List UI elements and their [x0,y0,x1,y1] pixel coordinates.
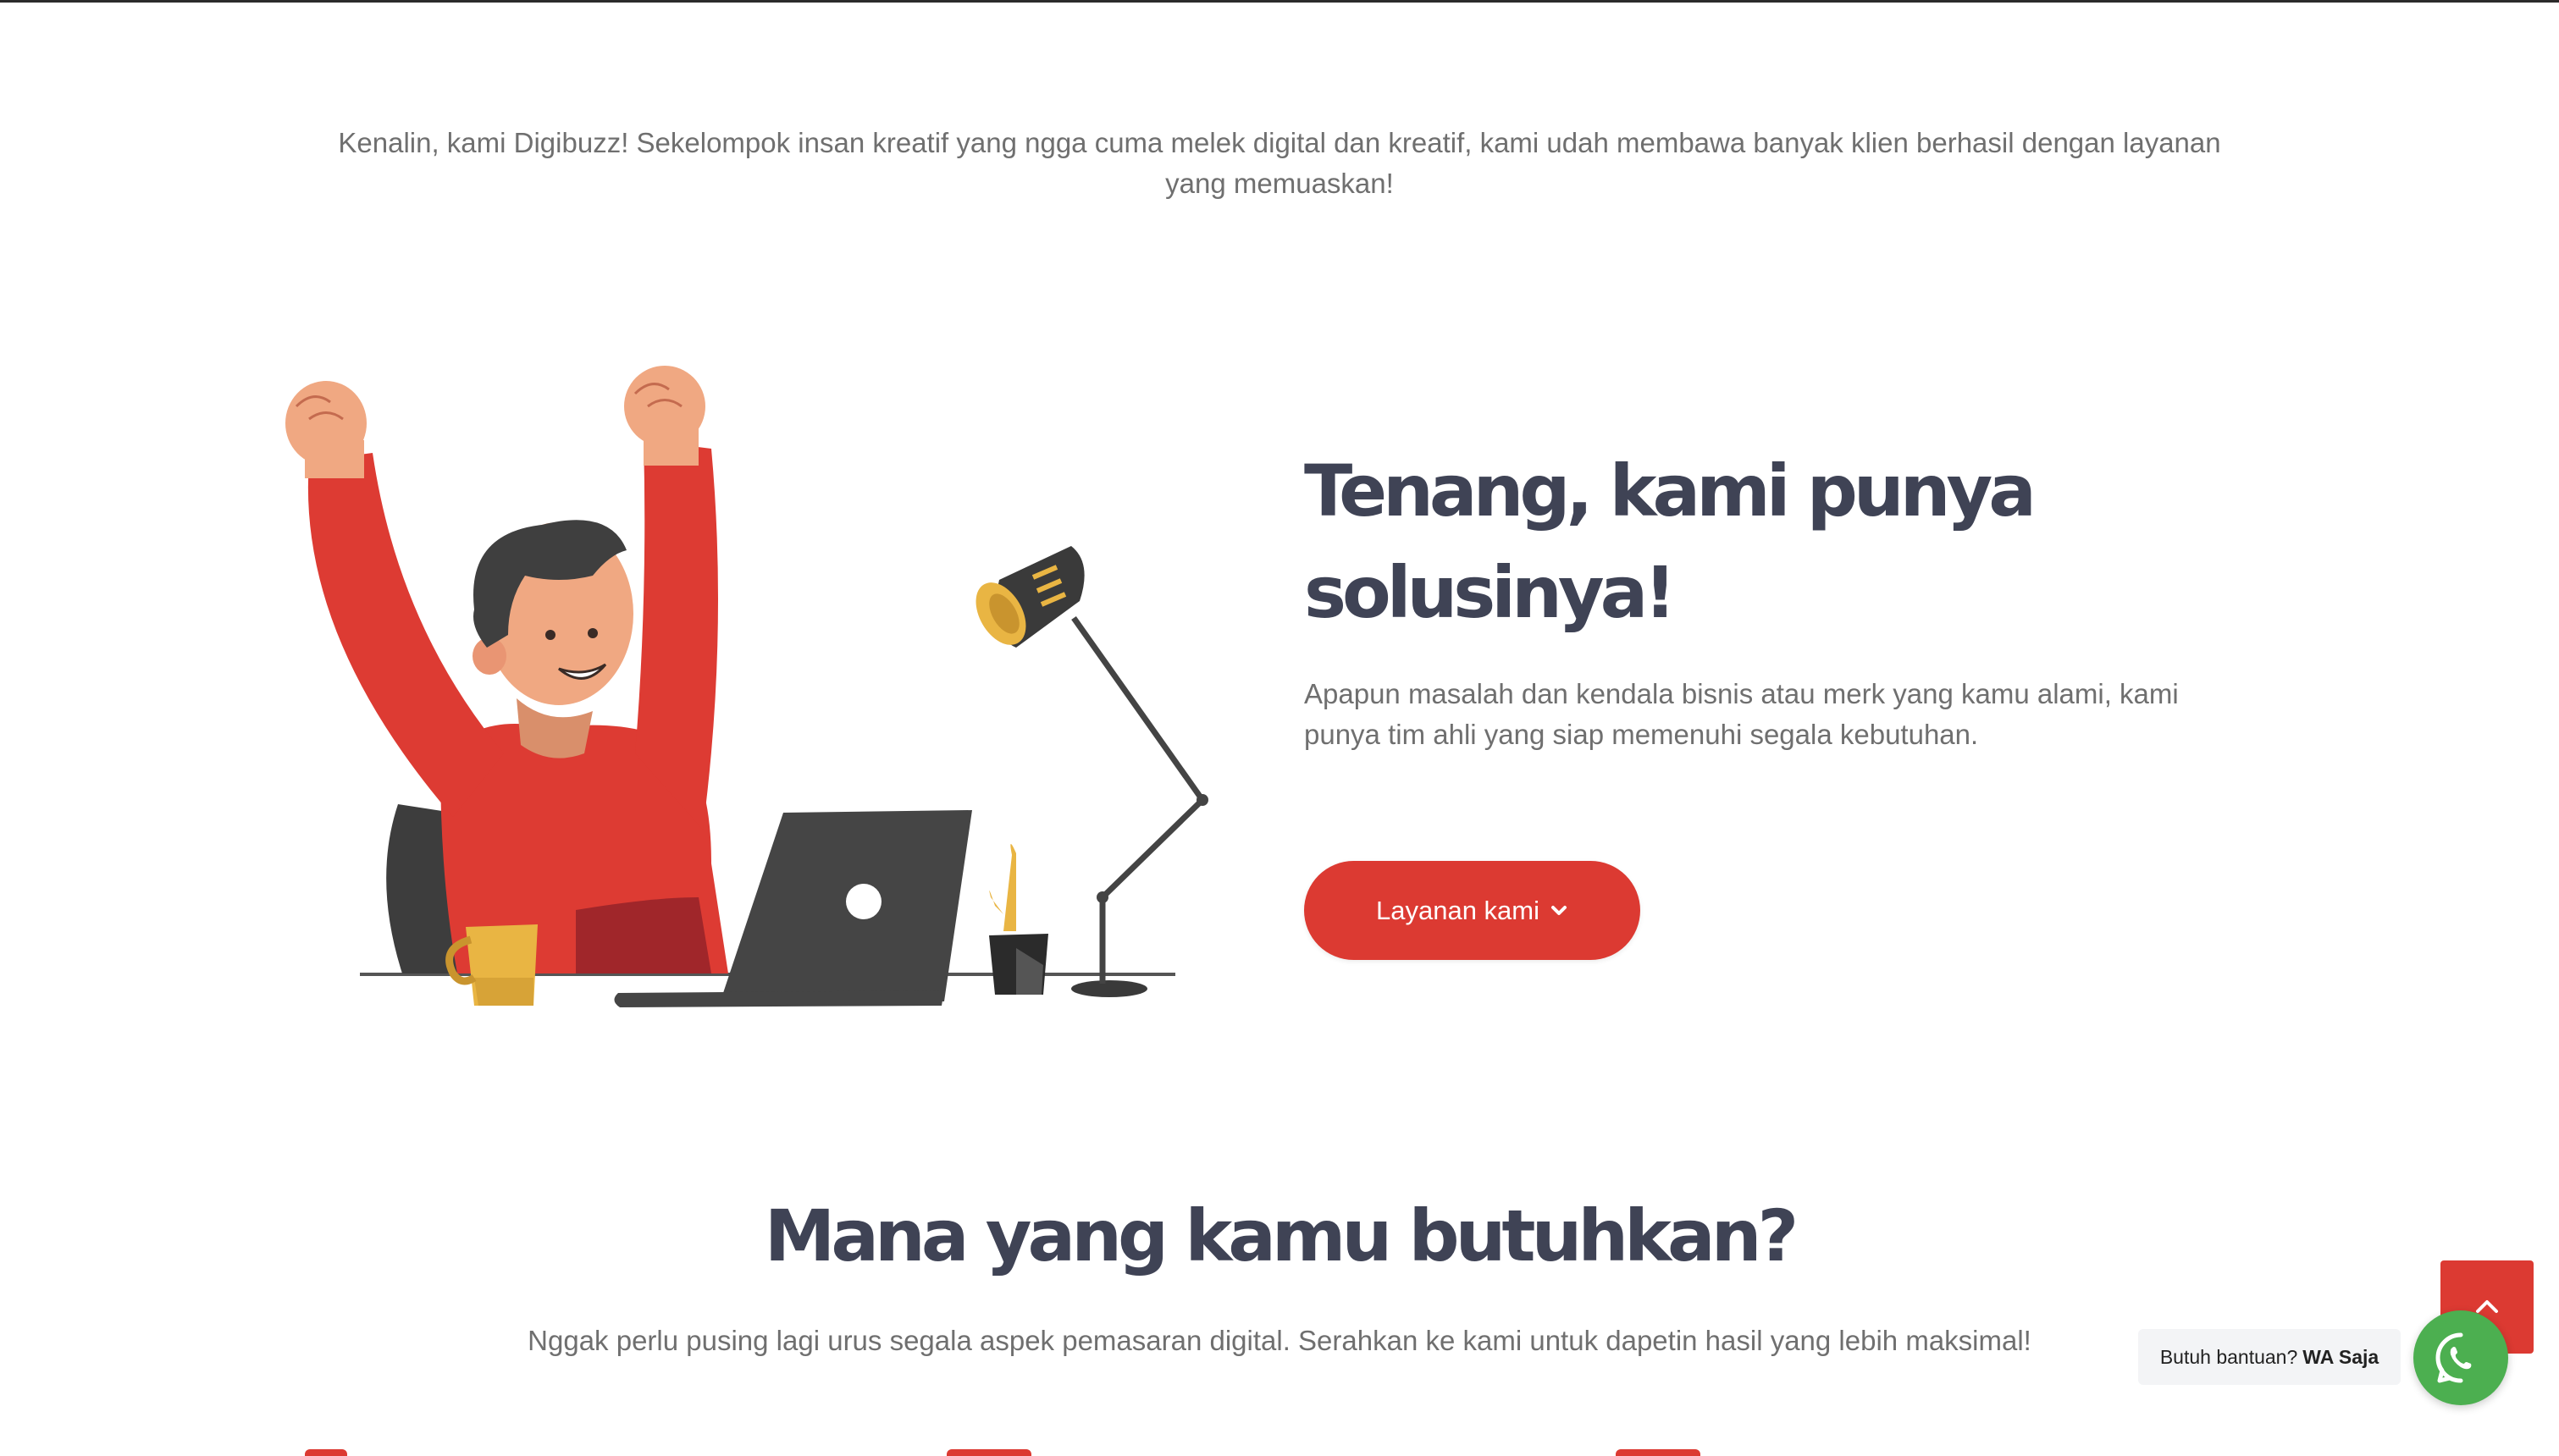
chevron-down-icon [1550,902,1568,920]
help-text: Butuh bantuan? [2159,1345,2298,1368]
whatsapp-icon [2435,1332,2472,1383]
whatsapp-help-label[interactable]: Butuh bantuan? WA Saja [2138,1329,2401,1385]
top-border [0,0,2559,3]
hero-illustration [285,366,1208,1007]
left-fist-shape [285,381,367,478]
service-card-peek [947,1449,1031,1456]
right-fist-shape [624,366,705,466]
whatsapp-button[interactable] [2413,1310,2508,1405]
lamp-shape [976,546,1208,997]
service-card-peek [1616,1449,1700,1456]
left-arm-shape [307,453,504,817]
hero-description: Apapun masalah dan kendala bisnis atau m… [1304,678,2179,750]
neck-shape [517,698,593,758]
hero-headline: Tenang, kami punya solusinya! [1304,449,2037,634]
intro-text: Kenalin, kami Digibuzz! Sekelompok insan… [338,127,2221,199]
services-button-label: Layanan kami [1375,895,1539,925]
head-shape [473,520,633,705]
help-link: WA Saja [2302,1345,2379,1368]
plant-shape [989,843,1048,995]
torso-shadow-shape [576,897,711,973]
services-button[interactable]: Layanan kami [1304,861,1640,960]
services-section-title: Mana yang kamu butuhkan? [764,1194,1799,1277]
service-card-peek [305,1449,347,1456]
